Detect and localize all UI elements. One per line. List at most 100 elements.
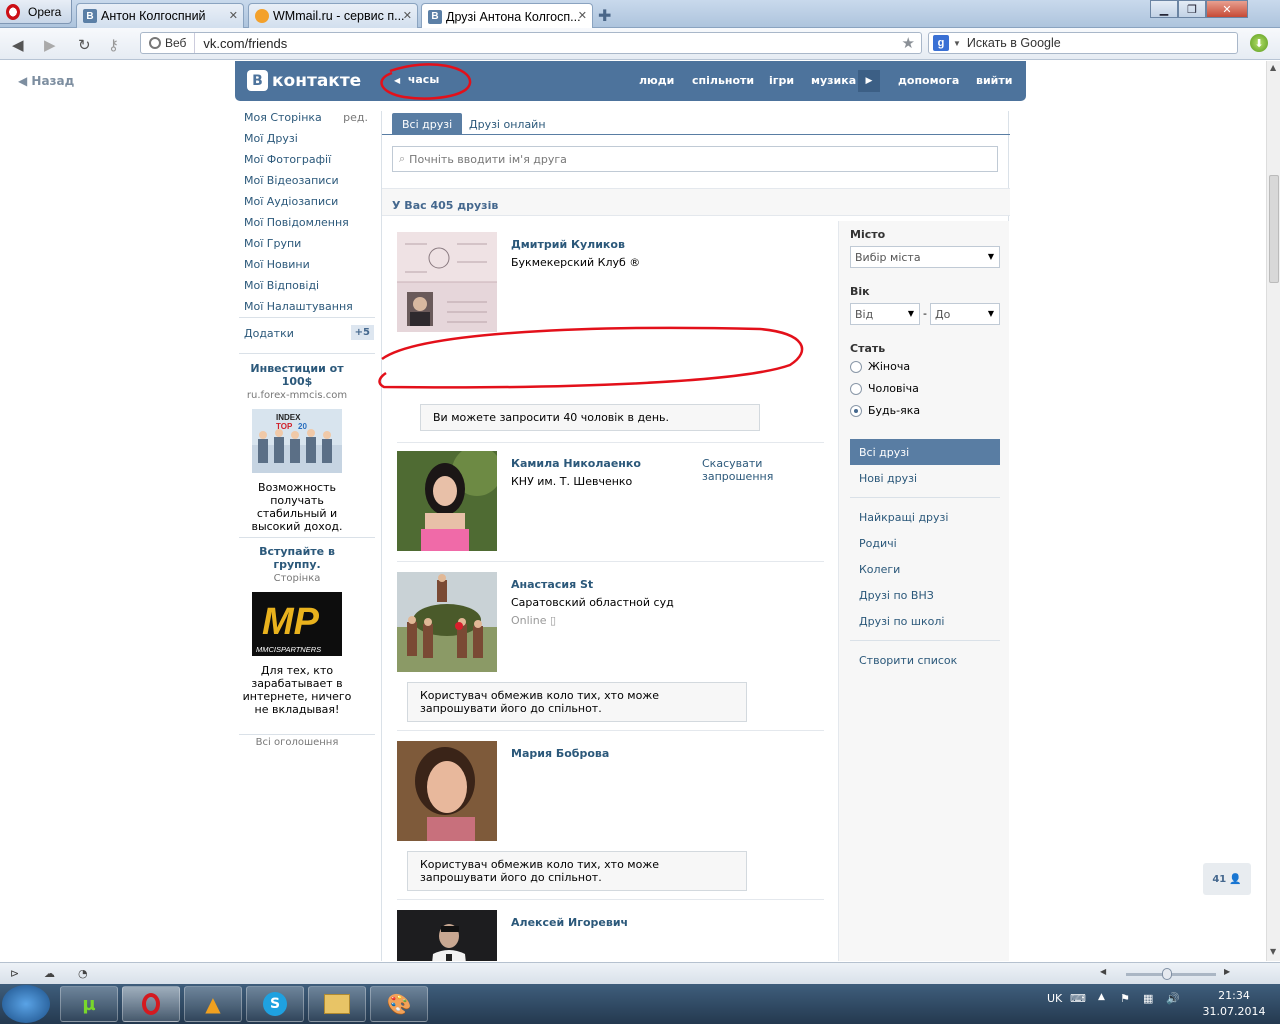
- new-tab-plus-icon[interactable]: ✚: [598, 6, 611, 25]
- url-field[interactable]: Веб vk.com/friends ★: [140, 32, 922, 54]
- menu-my-messages[interactable]: Мої Повідомлення: [244, 216, 374, 237]
- ad-block-1[interactable]: Инвестиции от 100$ ru.forex-mmcis.com IN…: [239, 362, 355, 533]
- ad-description[interactable]: Для тех, кто зарабатывает в интернете, н…: [239, 664, 355, 716]
- nav-people[interactable]: люди: [639, 74, 674, 87]
- city-select[interactable]: Вибір міста ▼: [850, 246, 1000, 268]
- download-icon[interactable]: ⬇: [1250, 34, 1268, 52]
- filter-relatives[interactable]: Родичі: [850, 530, 1000, 556]
- back-link[interactable]: ◀ Назад: [18, 74, 74, 88]
- forward-arrow-icon[interactable]: ▶: [44, 36, 56, 54]
- vk-logo[interactable]: В контакте: [247, 70, 361, 91]
- apps-link[interactable]: Додатки +5: [244, 325, 374, 340]
- menu-my-videos[interactable]: Мої Відеозаписи: [244, 174, 374, 195]
- all-ads-link[interactable]: Всі оголошення: [239, 737, 355, 748]
- google-search-field[interactable]: g ▼ Искать в Google: [928, 32, 1238, 54]
- scrollbar-thumb[interactable]: [1269, 175, 1279, 283]
- filter-colleagues[interactable]: Колеги: [850, 556, 1000, 582]
- zoom-out-icon[interactable]: ◀: [1100, 967, 1106, 976]
- scroll-down-icon[interactable]: ▼: [1270, 947, 1276, 956]
- paint-taskbar-button[interactable]: 🎨: [370, 986, 428, 1022]
- friend-photo-aleksey[interactable]: [397, 910, 497, 961]
- menu-my-friends[interactable]: Мої Друзі: [244, 132, 374, 153]
- filter-best-friends[interactable]: Найкращі друзі: [850, 504, 1000, 530]
- key-icon[interactable]: ⚷: [108, 36, 119, 54]
- menu-my-photos[interactable]: Мої Фотографії: [244, 153, 374, 174]
- menu-my-groups[interactable]: Мої Групи: [244, 237, 374, 258]
- close-tab-icon[interactable]: ✕: [229, 9, 238, 22]
- system-clock[interactable]: 21:34 31.07.2014: [1196, 988, 1272, 1020]
- friend-name[interactable]: Дмитрий Куликов: [511, 238, 625, 251]
- zoom-in-icon[interactable]: ▶: [1224, 967, 1230, 976]
- close-tab-icon[interactable]: ✕: [403, 9, 412, 22]
- friend-name[interactable]: Анастасия St: [511, 578, 593, 591]
- nav-logout[interactable]: вийти: [976, 74, 1012, 87]
- network-icon[interactable]: ▦: [1143, 992, 1153, 1005]
- nav-games[interactable]: ігри: [769, 74, 794, 87]
- scroll-up-icon[interactable]: ▲: [1270, 63, 1276, 72]
- ad-image-forex[interactable]: INDEX TOP 20: [252, 409, 342, 473]
- tray-expand-icon[interactable]: ▲: [1098, 992, 1105, 1002]
- friend-search-input[interactable]: ⌕ Почніть вводити ім'я друга: [392, 146, 998, 172]
- friend-photo-passport[interactable]: [397, 232, 497, 332]
- friend-photo-maria[interactable]: [397, 741, 497, 841]
- filter-school-friends[interactable]: Друзі по школі: [850, 608, 1000, 634]
- online-friends-bubble[interactable]: 41 👤: [1203, 863, 1251, 895]
- minimize-icon[interactable]: ▁: [1150, 0, 1178, 18]
- clock-link[interactable]: ◀ часы: [394, 73, 439, 86]
- tab-anton[interactable]: B Антон Колгоспний ✕: [76, 3, 244, 28]
- filter-new-friends[interactable]: Нові друзі: [850, 465, 1000, 491]
- back-arrow-icon[interactable]: ◀: [12, 36, 24, 54]
- ad-image-mmcispartners[interactable]: MP MMCISPARTNERS: [252, 592, 342, 656]
- age-from-select[interactable]: Від ▼: [850, 303, 920, 325]
- nav-help[interactable]: допомога: [898, 74, 959, 87]
- reload-icon[interactable]: ↻: [78, 36, 91, 54]
- zoom-slider-handle[interactable]: [1162, 968, 1172, 980]
- close-window-icon[interactable]: ✕: [1206, 0, 1248, 18]
- action-center-flag-icon[interactable]: ⚑: [1120, 992, 1130, 1005]
- friend-photo-anastasia[interactable]: [397, 572, 497, 672]
- speed-dial-icon[interactable]: ◔: [78, 967, 88, 980]
- create-list-link[interactable]: Створити список: [850, 647, 1000, 673]
- music-play-icon[interactable]: ▶: [858, 70, 880, 92]
- tab-all-friends[interactable]: Всі друзі: [392, 113, 463, 135]
- gender-male-radio[interactable]: Чоловіча: [850, 382, 919, 395]
- web-badge[interactable]: Веб: [141, 33, 196, 53]
- volume-icon[interactable]: 🔊: [1166, 992, 1180, 1005]
- nav-communities[interactable]: спільноти: [692, 74, 754, 87]
- age-to-select[interactable]: До ▼: [930, 303, 1000, 325]
- ad-block-2[interactable]: Вступайте в группу. Сторінка MP MMCISPAR…: [239, 545, 355, 716]
- ad-description[interactable]: Возможность получать стабильный и высоки…: [239, 481, 355, 533]
- friend-name[interactable]: Алексей Игоревич: [511, 916, 628, 929]
- keyboard-icon[interactable]: ⌨: [1070, 992, 1086, 1005]
- tab-wmmail[interactable]: WMmail.ru - сервис п... ✕: [248, 3, 418, 28]
- opera-taskbar-button[interactable]: [122, 986, 180, 1022]
- friend-photo-kamila[interactable]: [397, 451, 497, 551]
- language-indicator[interactable]: UK: [1047, 992, 1062, 1005]
- close-tab-icon[interactable]: ✕: [578, 9, 587, 22]
- edit-link[interactable]: ред.: [343, 111, 368, 125]
- friend-name[interactable]: Камила Николаенко: [511, 457, 641, 470]
- skype-taskbar-button[interactable]: S: [246, 986, 304, 1022]
- panel-toggle-icon[interactable]: ⊳: [10, 967, 19, 980]
- ad-title[interactable]: Инвестиции от 100$: [239, 362, 355, 388]
- menu-my-answers[interactable]: Мої Відповіді: [244, 279, 374, 300]
- utorrent-taskbar-button[interactable]: µ: [60, 986, 118, 1022]
- ad-title[interactable]: Вступайте в группу.: [239, 545, 355, 571]
- windows-start-icon[interactable]: [2, 985, 50, 1023]
- nav-music[interactable]: музика: [811, 74, 856, 87]
- menu-my-audios[interactable]: Мої Аудіозаписи: [244, 195, 374, 216]
- opera-menu-button[interactable]: Opera: [0, 0, 72, 24]
- explorer-taskbar-button[interactable]: [308, 986, 366, 1022]
- bookmark-star-icon[interactable]: ★: [902, 34, 915, 52]
- menu-my-page[interactable]: Моя Сторінка ред.: [244, 111, 374, 132]
- restore-icon[interactable]: ❐: [1178, 0, 1206, 18]
- page-scrollbar[interactable]: ▲ ▼: [1266, 61, 1280, 961]
- cloud-icon[interactable]: ☁: [44, 967, 55, 980]
- aimp-taskbar-button[interactable]: ▲: [184, 986, 242, 1022]
- gender-female-radio[interactable]: Жіноча: [850, 360, 910, 373]
- cancel-request-link[interactable]: Скасувати запрошення: [702, 457, 782, 483]
- gender-any-radio[interactable]: Будь-яка: [850, 404, 920, 417]
- filter-university-friends[interactable]: Друзі по ВНЗ: [850, 582, 1000, 608]
- tab-friends-online[interactable]: Друзі онлайн: [459, 113, 556, 135]
- search-engine-dropdown-icon[interactable]: ▼: [953, 39, 961, 48]
